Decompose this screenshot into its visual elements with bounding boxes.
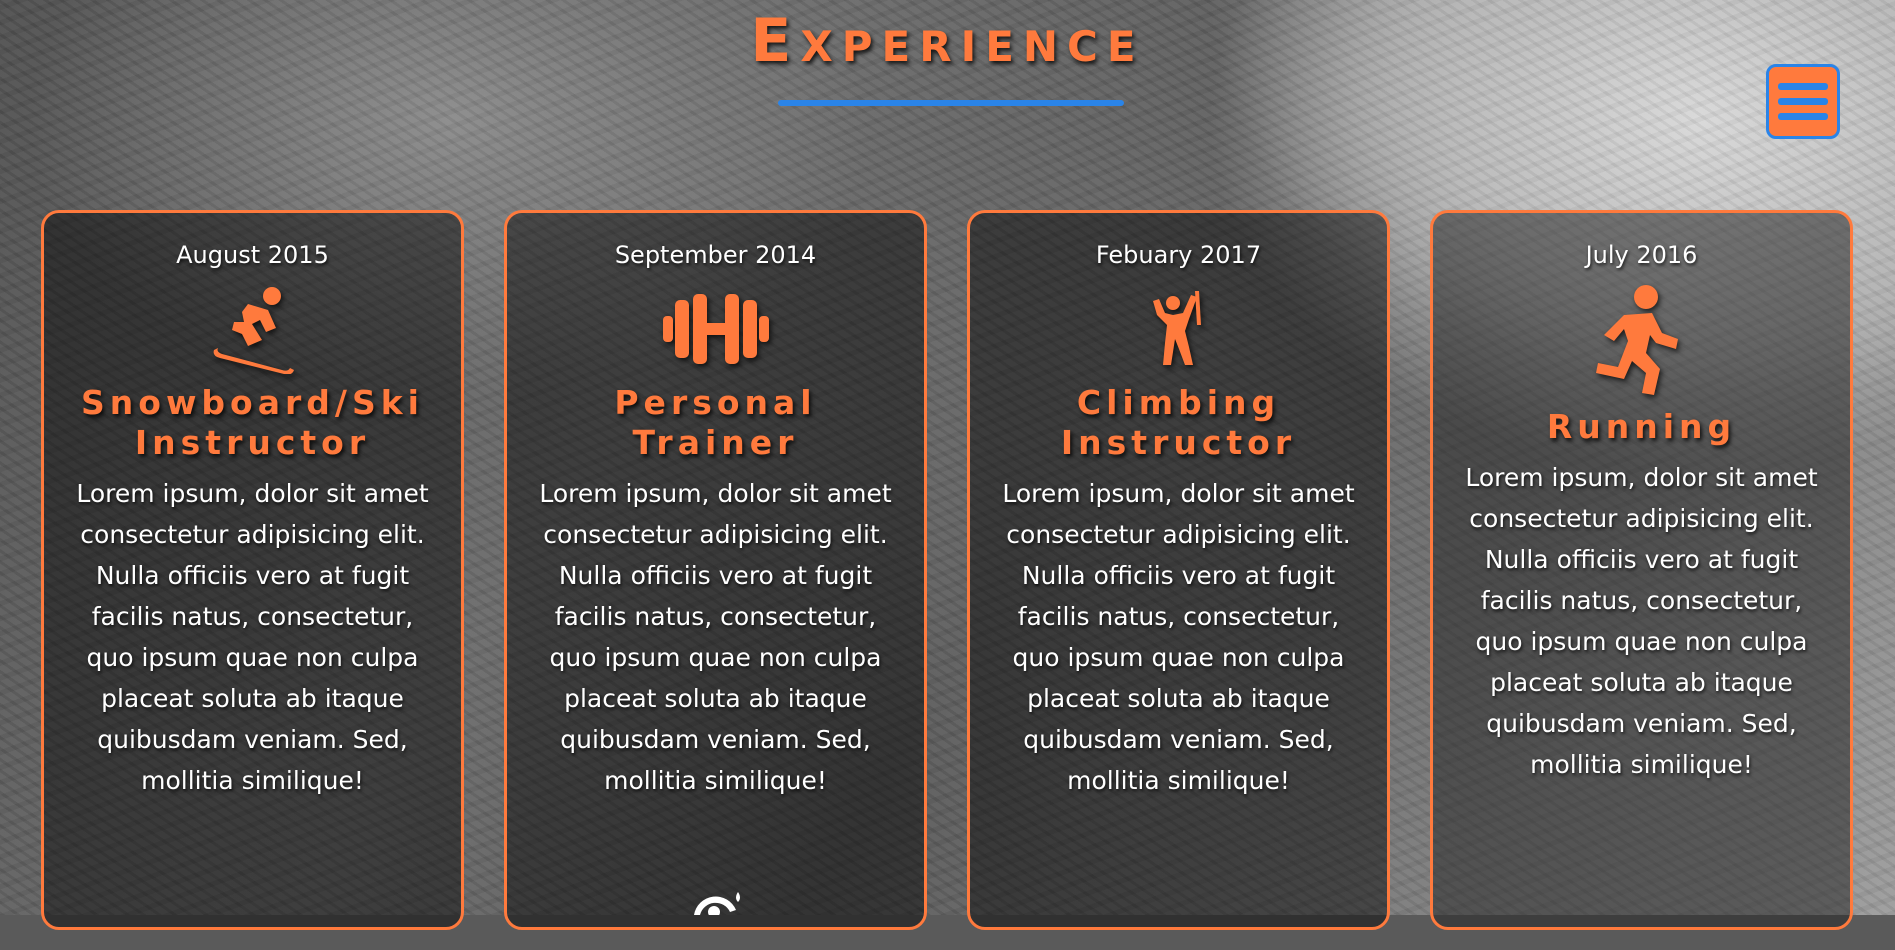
experience-card: Febuary 2017 Climbing Instructor Lorem i… [967, 210, 1390, 930]
running-icon [1594, 279, 1690, 403]
snowboarder-icon [208, 279, 298, 379]
hamburger-bar [1778, 113, 1828, 120]
section-title: Experience [750, 6, 1145, 76]
experience-card: August 2015 Snowboard/Ski Instructor Lor… [41, 210, 464, 930]
card-date: September 2014 [614, 241, 817, 269]
hamburger-menu-icon [1778, 83, 1828, 90]
card-date: Febuary 2017 [1095, 241, 1262, 269]
card-text: Lorem ipsum, dolor sit amet consectetur … [539, 479, 892, 795]
experience-cards: August 2015 Snowboard/Ski Instructor Lor… [41, 210, 1857, 950]
card-title: Climbing Instructor [1060, 383, 1297, 462]
dumbbell-icon [661, 279, 771, 379]
card-date: August 2015 [176, 241, 329, 269]
card-title: Personal Trainer [614, 383, 817, 462]
menu-button[interactable] [1766, 64, 1840, 139]
hamburger-bar [1778, 98, 1828, 105]
card-text: Lorem ipsum, dolor sit amet consectetur … [1002, 479, 1355, 795]
card-title: Snowboard/Ski Instructor [81, 383, 424, 462]
card-text: Lorem ipsum, dolor sit amet consectetur … [1465, 463, 1818, 779]
experience-card: September 2014 Personal Trainer Lorem ip… [504, 210, 927, 930]
card-date: July 2016 [1585, 241, 1698, 269]
climber-icon [1149, 279, 1209, 379]
title-underline [778, 100, 1124, 106]
card-text: Lorem ipsum, dolor sit amet consectetur … [76, 479, 429, 795]
card-title: Running [1546, 407, 1737, 446]
experience-card: July 2016 Running Lorem ipsum, dolor sit… [1430, 210, 1853, 930]
